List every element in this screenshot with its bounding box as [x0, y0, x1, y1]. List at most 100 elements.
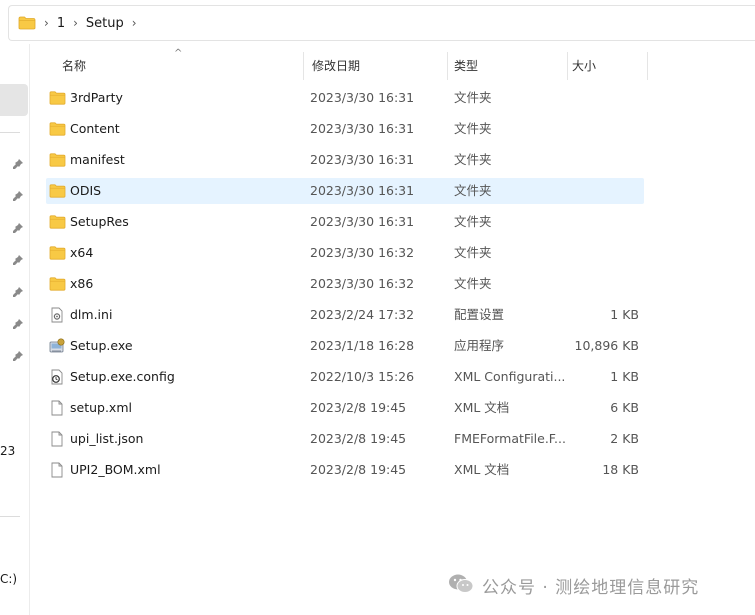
file-row[interactable]: Setup.exe.config 2022/10/3 15:26 XML Confi…	[46, 364, 644, 390]
file-type: 文件夹	[454, 90, 492, 105]
document-icon	[49, 400, 66, 416]
settings-file-icon	[49, 307, 66, 323]
column-header-date[interactable]: 修改日期	[304, 52, 447, 80]
file-type: XML Configurati...	[454, 369, 566, 384]
file-name: ODIS	[70, 183, 102, 198]
file-type: 配置设置	[454, 307, 505, 322]
pin-icon	[12, 222, 24, 234]
file-name: dlm.ini	[70, 307, 113, 322]
chevron-right-icon[interactable]: ›	[44, 16, 49, 30]
column-header-type[interactable]: 类型	[446, 52, 566, 80]
file-row[interactable]: x64 2023/3/30 16:32 文件夹	[46, 240, 644, 266]
file-date: 2023/3/30 16:31	[310, 121, 415, 136]
file-type: XML 文档	[454, 462, 510, 477]
file-name: UPI2_BOM.xml	[70, 462, 161, 477]
file-row[interactable]: ODIS 2023/3/30 16:31 文件夹	[46, 178, 644, 204]
file-type: 文件夹	[454, 276, 492, 291]
file-date: 2023/2/8 19:45	[310, 400, 407, 415]
pin-icon	[12, 318, 24, 330]
folder-icon	[49, 245, 66, 261]
pin-icon	[12, 350, 24, 362]
file-size: 6 KB	[610, 400, 639, 415]
navigation-pane: 23 C:)	[0, 44, 30, 615]
file-name: x64	[70, 245, 94, 260]
file-date: 2023/3/30 16:32	[310, 276, 415, 291]
folder-icon	[49, 90, 66, 106]
document-icon	[49, 431, 66, 447]
file-date: 2023/2/24 17:32	[310, 307, 415, 322]
nav-divider	[0, 516, 20, 517]
column-divider[interactable]	[647, 52, 648, 80]
nav-item-truncated[interactable]: 23	[0, 444, 15, 458]
breadcrumb-item-setup[interactable]: Setup	[86, 16, 124, 31]
file-date: 2023/3/30 16:32	[310, 245, 415, 260]
file-type: 文件夹	[454, 152, 492, 167]
file-explorer-window: › 1 › Setup › 23 C:) ^ 名称 修改日期 类型 大小 3rd…	[0, 0, 755, 615]
document-icon	[49, 462, 66, 478]
file-row[interactable]: manifest 2023/3/30 16:31 文件夹	[46, 147, 644, 173]
file-name: SetupRes	[70, 214, 129, 229]
folder-icon	[49, 214, 66, 230]
file-type: 文件夹	[454, 214, 492, 229]
nav-item-selected[interactable]	[0, 84, 28, 116]
file-size: 1 KB	[610, 369, 639, 384]
file-size: 1 KB	[610, 307, 639, 322]
file-name: upi_list.json	[70, 431, 144, 446]
nav-item-drive-c[interactable]: C:)	[0, 572, 17, 586]
file-name: Setup.exe	[70, 338, 133, 353]
file-type: FMEFormatFile.F...	[454, 431, 566, 446]
file-name: setup.xml	[70, 400, 132, 415]
file-row[interactable]: dlm.ini 2023/2/24 17:32 配置设置 1 KB	[46, 302, 644, 328]
column-header-name[interactable]: 名称	[54, 52, 304, 80]
nav-divider	[0, 132, 20, 133]
file-type: 文件夹	[454, 245, 492, 260]
installer-exe-icon	[49, 338, 66, 354]
file-row[interactable]: Setup.exe 2023/1/18 16:28 应用程序 10,896 KB	[46, 333, 644, 359]
file-date: 2023/2/8 19:45	[310, 462, 407, 477]
file-name: Content	[70, 121, 120, 136]
file-size: 2 KB	[610, 431, 639, 446]
watermark-text: 公众号 · 测绘地理信息研究	[482, 577, 700, 598]
file-date: 2023/3/30 16:31	[310, 90, 415, 105]
pin-icon	[12, 286, 24, 298]
file-row[interactable]: 3rdParty 2023/3/30 16:31 文件夹	[46, 85, 644, 111]
file-row[interactable]: Content 2023/3/30 16:31 文件夹	[46, 116, 644, 142]
file-name: 3rdParty	[70, 90, 123, 105]
file-name: x86	[70, 276, 94, 291]
column-header-size[interactable]: 大小	[564, 52, 644, 80]
chevron-right-icon[interactable]: ›	[73, 16, 78, 30]
chevron-right-icon[interactable]: ›	[132, 16, 137, 30]
file-type: 文件夹	[454, 121, 492, 136]
file-name: manifest	[70, 152, 125, 167]
pin-icon	[12, 190, 24, 202]
file-date: 2023/2/8 19:45	[310, 431, 407, 446]
file-row[interactable]: upi_list.json 2023/2/8 19:45 FMEFormatFile…	[46, 426, 644, 452]
file-row[interactable]: UPI2_BOM.xml 2023/2/8 19:45 XML 文档 18 KB	[46, 457, 644, 483]
pin-icon	[12, 254, 24, 266]
file-size: 18 KB	[602, 462, 639, 477]
config-file-icon	[49, 369, 66, 385]
folder-icon	[49, 121, 66, 137]
file-name: Setup.exe.config	[70, 369, 175, 384]
column-headers: ^ 名称 修改日期 类型 大小	[46, 48, 656, 80]
folder-icon	[49, 276, 66, 292]
file-row[interactable]: setup.xml 2023/2/8 19:45 XML 文档 6 KB	[46, 395, 644, 421]
folder-icon	[18, 16, 36, 30]
pin-icon	[12, 158, 24, 170]
file-row[interactable]: x86 2023/3/30 16:32 文件夹	[46, 271, 644, 297]
breadcrumb-item-1[interactable]: 1	[57, 16, 65, 31]
file-date: 2023/3/30 16:31	[310, 152, 415, 167]
file-type: 文件夹	[454, 183, 492, 198]
address-bar[interactable]: › 1 › Setup ›	[8, 5, 755, 41]
file-date: 2023/3/30 16:31	[310, 183, 415, 198]
wechat-icon	[448, 573, 474, 598]
watermark: 公众号 · 测绘地理信息研究	[448, 572, 699, 598]
file-row[interactable]: SetupRes 2023/3/30 16:31 文件夹	[46, 209, 644, 235]
file-date: 2022/10/3 15:26	[310, 369, 415, 384]
folder-icon	[49, 152, 66, 168]
file-type: XML 文档	[454, 400, 510, 415]
file-type: 应用程序	[454, 338, 505, 353]
file-date: 2023/3/30 16:31	[310, 214, 415, 229]
file-size: 10,896 KB	[574, 338, 639, 353]
file-date: 2023/1/18 16:28	[310, 338, 415, 353]
